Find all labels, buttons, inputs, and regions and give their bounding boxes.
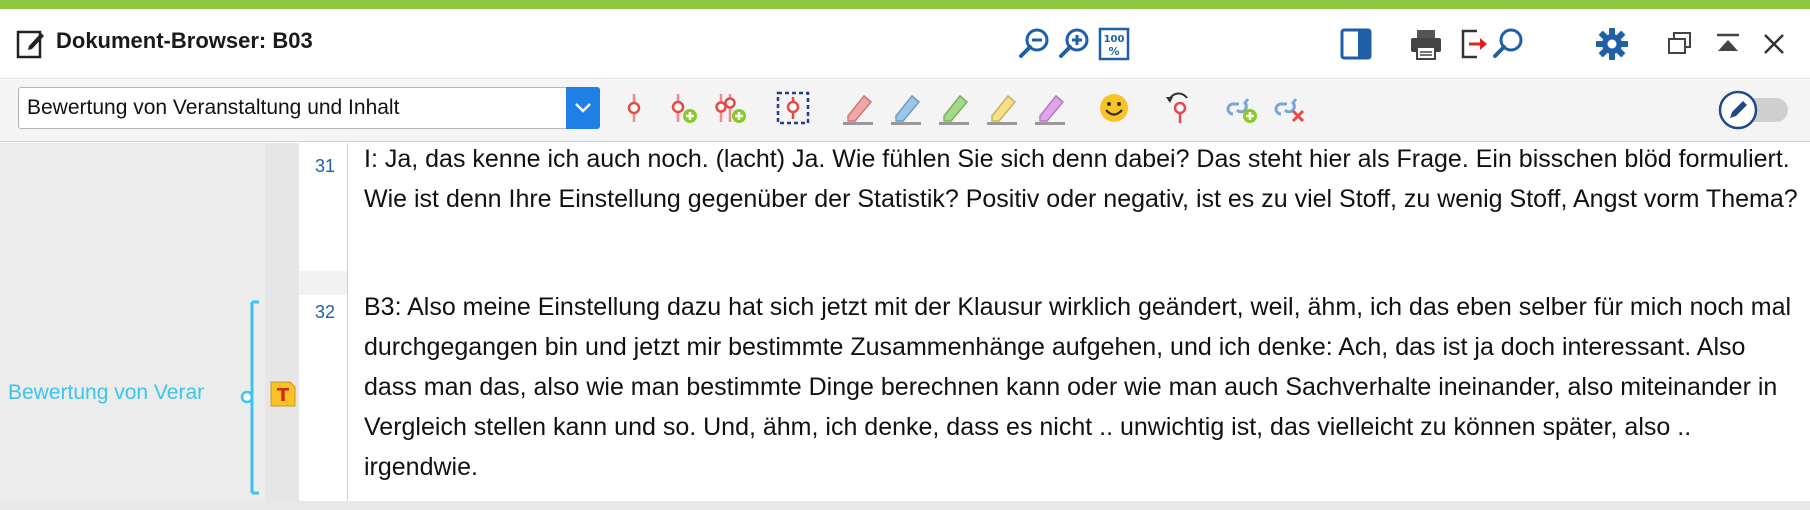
paragraph[interactable]: B3: Also meine Einstellung dazu hat sich… [364,287,1804,487]
collapse-window-icon[interactable] [1706,22,1750,66]
chevron-down-icon [575,103,591,113]
dropdown-button[interactable] [566,87,600,129]
svg-text:T: T [277,385,290,406]
highlighter-purple-icon[interactable] [1030,88,1070,128]
coding-toolbar: Bewertung von Veranstaltung und Inhalt [0,80,1810,142]
paragraph-gap [299,271,347,295]
code-stripe-label[interactable]: Bewertung von Veranstaltung und Inhalt [8,381,204,405]
remove-link-icon[interactable] [1270,88,1310,128]
zoom-100-percent-icon[interactable]: 100% [1092,22,1136,66]
code-stripe-panel: Bewertung von Veranstaltung und Inhalt [0,143,265,510]
line-number-column: 31 32 [299,143,348,510]
line-number: 32 [314,302,335,322]
memo-icon[interactable]: T [270,381,296,407]
window-title: Dokument-Browser: B03 [56,28,313,53]
code-select-value: Bewertung von Veranstaltung und Inhalt [27,96,400,119]
close-icon[interactable] [1752,22,1796,66]
coding-bracket[interactable] [240,300,260,495]
bottom-scrollbar[interactable] [0,501,1810,510]
emoticode-icon[interactable] [1094,88,1134,128]
svg-text:100: 100 [1104,34,1125,45]
highlighter-green-icon[interactable] [934,88,974,128]
document-edit-icon [16,30,44,59]
line-number: 31 [314,156,335,176]
search-icon[interactable] [1486,22,1530,66]
top-accent-bar [0,0,1810,9]
document-text[interactable]: I: Ja, das kenne ich auch noch. (lacht) … [349,143,1810,510]
edit-mode-toggle[interactable] [1718,90,1790,130]
print-icon[interactable] [1404,22,1448,66]
code-with-selected-code-icon[interactable] [614,88,654,128]
svg-text:%: % [1108,45,1119,58]
undo-coding-icon[interactable] [1158,88,1198,128]
add-link-icon[interactable] [1222,88,1262,128]
memo-column: T [265,143,299,510]
code-selection-box-icon[interactable] [773,88,813,128]
side-panel-toggle-icon[interactable] [1334,22,1378,66]
title-bar: Dokument-Browser: B03 100% [0,9,1810,79]
code-with-multiple-codes-icon[interactable] [710,88,750,128]
paragraph[interactable]: I: Ja, das kenne ich auch noch. (lacht) … [364,139,1804,219]
zoom-in-icon[interactable] [1052,22,1096,66]
gear-icon[interactable] [1590,22,1634,66]
highlighter-red-icon[interactable] [838,88,878,128]
undock-window-icon[interactable] [1658,22,1702,66]
code-with-new-code-icon[interactable] [662,88,702,128]
zoom-out-icon[interactable] [1012,22,1056,66]
highlighter-blue-icon[interactable] [886,88,926,128]
document-view: Bewertung von Veranstaltung und Inhalt T… [0,143,1810,510]
highlighter-yellow-icon[interactable] [982,88,1022,128]
code-select-dropdown[interactable]: Bewertung von Veranstaltung und Inhalt [18,87,600,129]
